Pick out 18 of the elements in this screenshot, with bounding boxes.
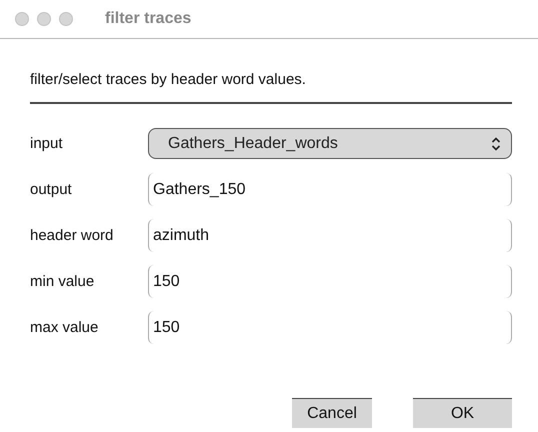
window-title: filter traces: [105, 10, 192, 28]
window-control-icon[interactable]: [59, 12, 73, 26]
field-label: header word: [30, 227, 114, 244]
chevron-icon: [491, 136, 501, 150]
input-field[interactable]: Gathers_150: [148, 173, 512, 206]
window-control-icon[interactable]: [37, 12, 51, 26]
dropdown[interactable]: Gathers_Header_words: [148, 128, 512, 159]
dialog-button[interactable]: Cancel: [292, 398, 372, 428]
input-field[interactable]: 150: [148, 265, 512, 298]
description-text: filter/select traces by header word values.: [30, 71, 307, 88]
field-label: input: [30, 135, 64, 152]
field-label: output: [30, 181, 73, 198]
input-field[interactable]: 150: [148, 311, 512, 344]
input-field[interactable]: azimuth: [148, 219, 512, 252]
field-label: max value: [30, 319, 100, 336]
window-control-icon[interactable]: [15, 12, 29, 26]
dialog-button[interactable]: OK: [413, 398, 512, 428]
field-label: min value: [30, 273, 96, 290]
